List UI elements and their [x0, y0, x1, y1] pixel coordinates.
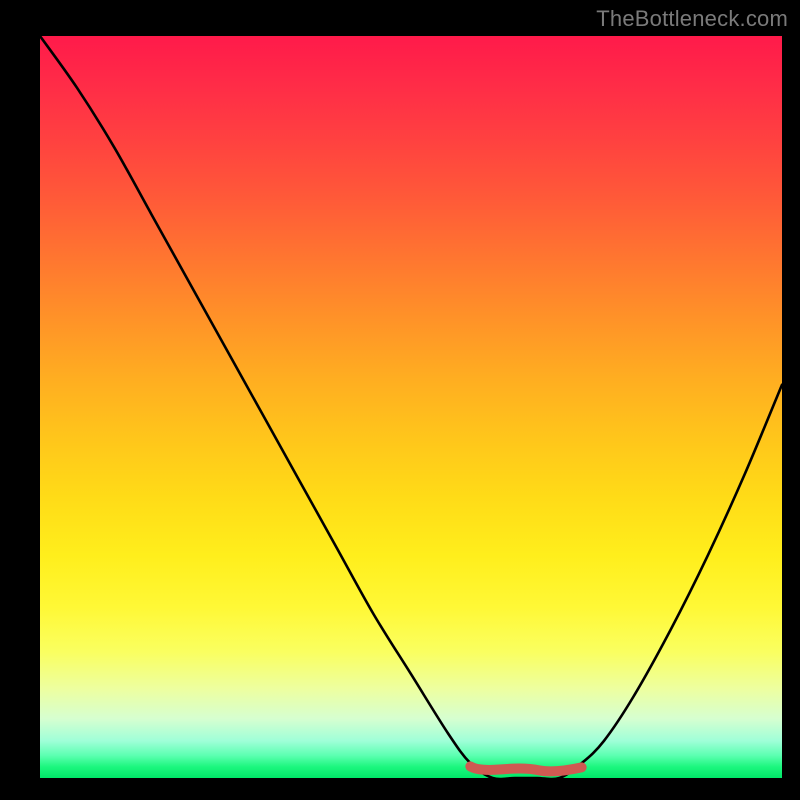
optimal-range-highlight: [40, 36, 782, 778]
watermark-text: TheBottleneck.com: [596, 6, 788, 32]
plot-area: [40, 36, 782, 778]
chart-frame: TheBottleneck.com: [0, 0, 800, 800]
